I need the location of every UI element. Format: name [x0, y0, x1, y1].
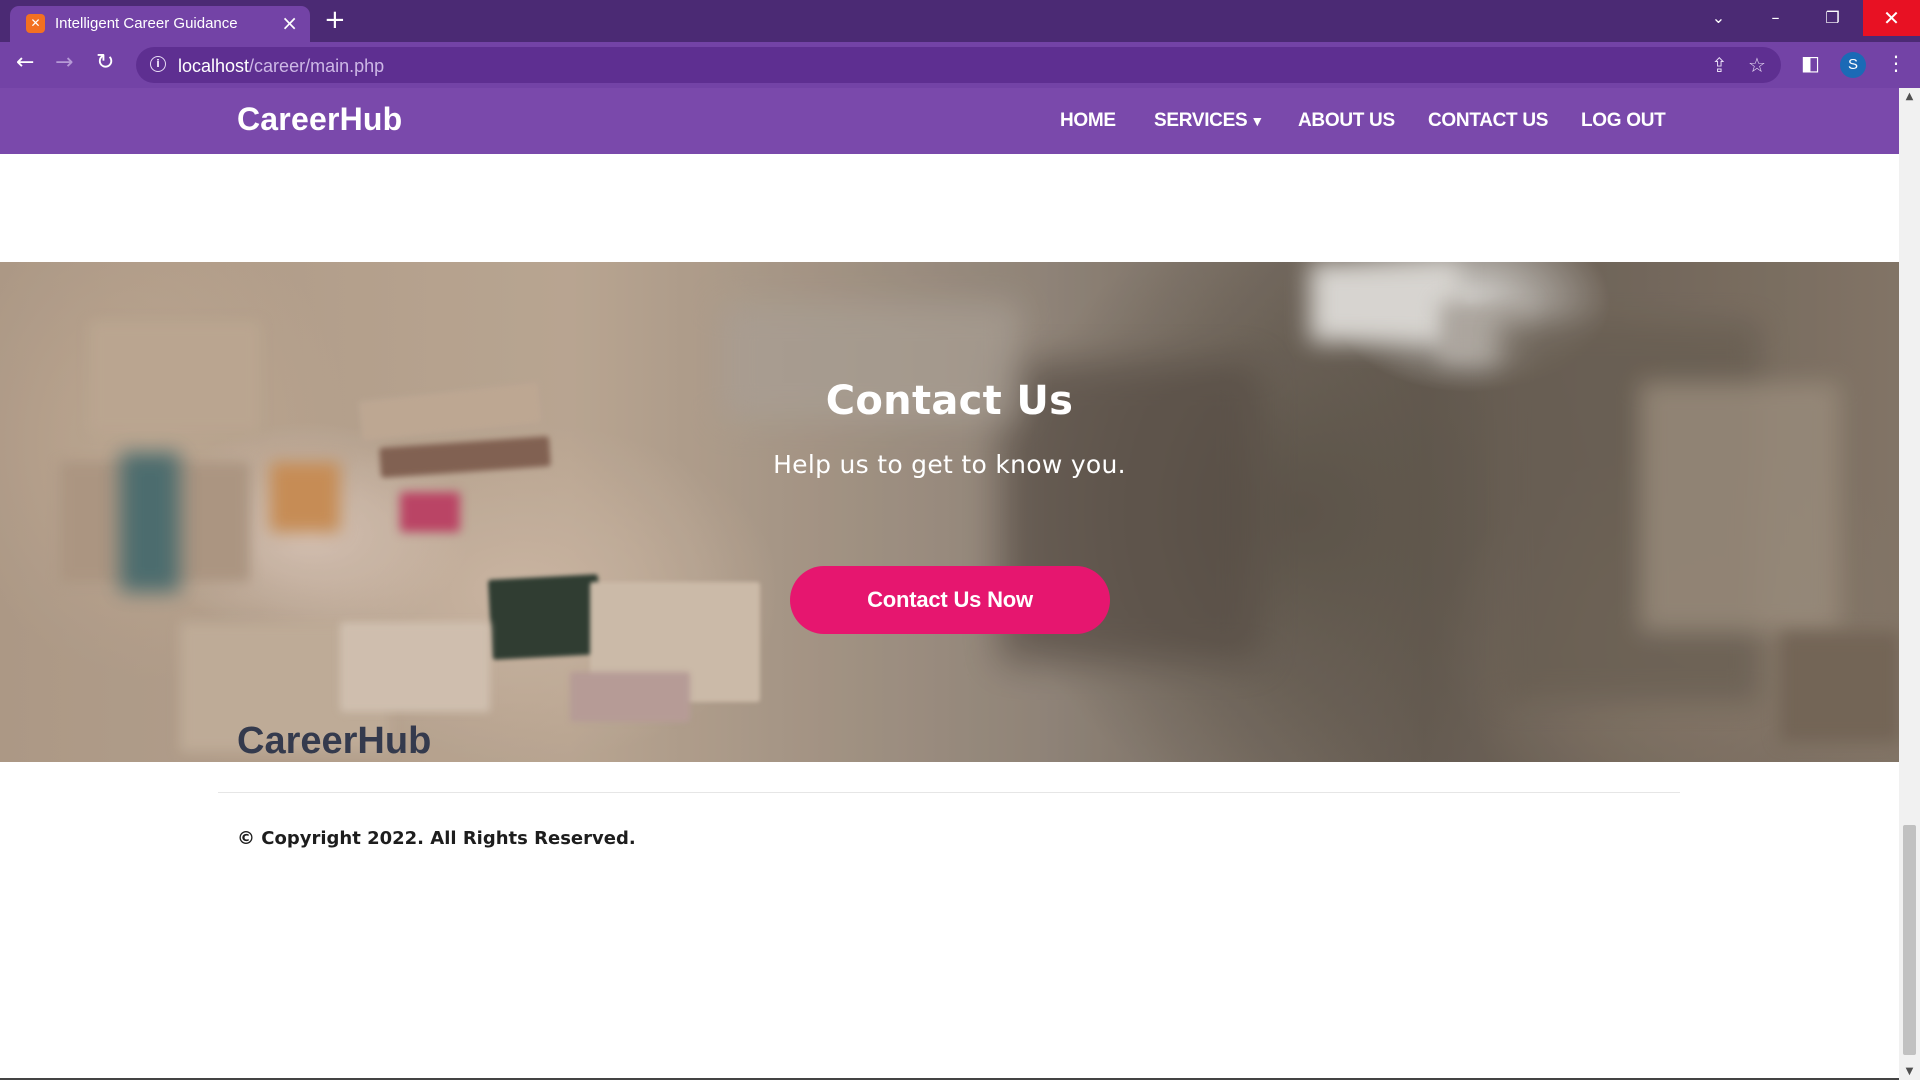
side-panel-icon[interactable]: ◧ — [1801, 51, 1820, 75]
url-path: /career/main.php — [249, 56, 385, 76]
profile-avatar[interactable]: S — [1840, 52, 1866, 78]
menu-kebab-icon[interactable]: ⋮ — [1886, 51, 1906, 75]
site-info-icon[interactable]: i — [150, 56, 166, 72]
hero-title: Contact Us — [825, 378, 1074, 424]
close-tab-icon[interactable]: × — [281, 11, 298, 35]
page-viewport: CareerHub HOME SERVICES ▼ ABOUT US CONTAC… — [0, 88, 1899, 1080]
url-text[interactable]: localhost/career/main.php — [178, 56, 384, 77]
footer-logo[interactable]: CareerHub — [237, 720, 431, 763]
address-bar[interactable]: i localhost/career/main.php ⇪ ☆ — [136, 47, 1781, 83]
page-scrollbar[interactable]: ▲ ▼ — [1899, 88, 1920, 1080]
browser-toolbar: ← → ↻ i localhost/career/main.php ⇪ ☆ ◧ … — [0, 42, 1920, 88]
url-host: localhost — [178, 56, 250, 76]
back-icon[interactable]: ← — [16, 50, 34, 75]
scroll-up-arrow-icon[interactable]: ▲ — [1899, 88, 1920, 105]
scrollbar-thumb[interactable] — [1903, 825, 1916, 1055]
browser-tab[interactable]: ✕ Intelligent Career Guidance × — [10, 6, 310, 42]
chevron-down-icon: ▼ — [1250, 113, 1264, 129]
nav-logout[interactable]: LOG OUT — [1581, 110, 1666, 132]
nav-contact[interactable]: CONTACT US — [1428, 110, 1548, 132]
new-tab-icon[interactable]: + — [324, 5, 346, 35]
hero-overlay — [0, 262, 1899, 762]
scroll-down-arrow-icon[interactable]: ▼ — [1899, 1063, 1920, 1080]
share-icon[interactable]: ⇪ — [1711, 53, 1728, 77]
bookmark-star-icon[interactable]: ☆ — [1748, 53, 1766, 77]
site-logo[interactable]: CareerHub — [237, 101, 402, 138]
reload-icon[interactable]: ↻ — [96, 50, 114, 75]
contact-us-now-button[interactable]: Contact Us Now — [790, 566, 1110, 634]
nav-services-label: SERVICES — [1154, 110, 1248, 131]
site-navbar: CareerHub HOME SERVICES ▼ ABOUT US CONTAC… — [0, 88, 1899, 154]
tab-search-icon[interactable]: ⌄ — [1690, 0, 1747, 36]
xampp-icon: ✕ — [26, 14, 45, 33]
tab-title: Intelligent Career Guidance — [55, 15, 238, 32]
hero-subtitle: Help us to get to know you. — [773, 450, 1126, 479]
nav-about[interactable]: ABOUT US — [1298, 110, 1395, 132]
footer-divider — [218, 792, 1680, 793]
browser-tab-strip: ✕ Intelligent Career Guidance × + ⌄ – ❐ … — [0, 0, 1920, 42]
restore-icon[interactable]: ❐ — [1804, 0, 1861, 36]
forward-icon[interactable]: → — [55, 50, 73, 75]
contact-hero: Contact Us Help us to get to know you. C… — [0, 262, 1899, 762]
close-window-icon[interactable]: ✕ — [1863, 0, 1920, 36]
nav-home[interactable]: HOME — [1060, 110, 1116, 132]
nav-services[interactable]: SERVICES ▼ — [1154, 110, 1264, 132]
footer-copyright: © Copyright 2022. All Rights Reserved. — [237, 828, 636, 849]
minimize-icon[interactable]: – — [1747, 0, 1804, 36]
